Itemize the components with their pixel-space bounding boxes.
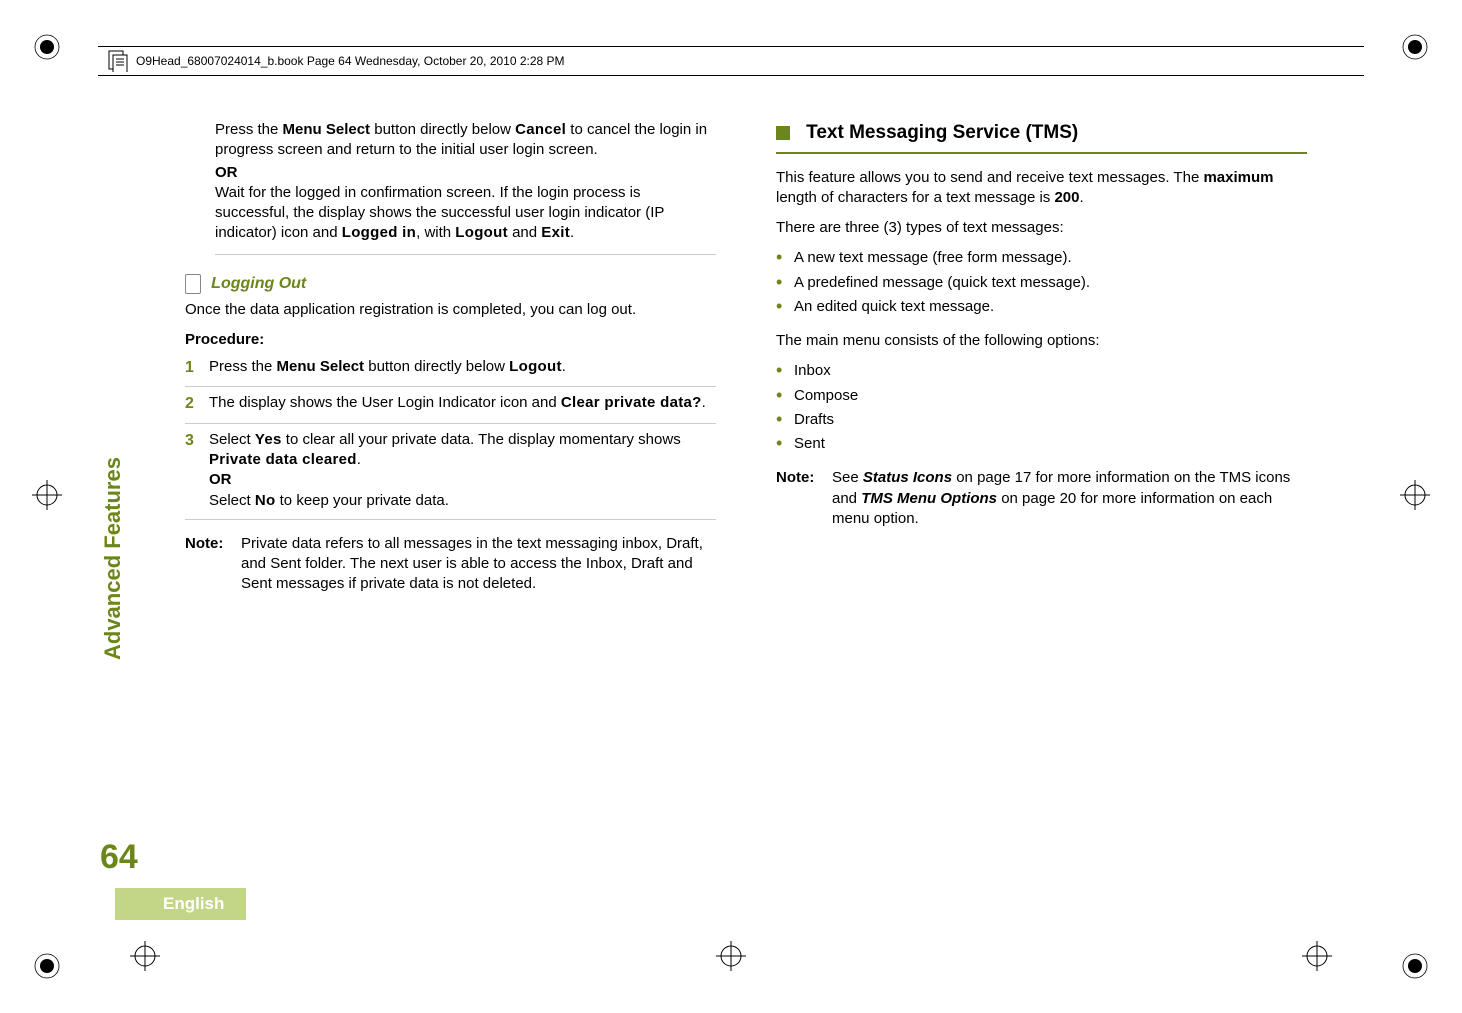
note-label: Note: (185, 534, 241, 595)
continuation-block: Press the Menu Select button directly be… (185, 120, 716, 255)
paragraph: This feature allows you to send and rece… (776, 168, 1307, 209)
paragraph: There are three (3) types of text messag… (776, 218, 1307, 238)
step-body: The display shows the User Login Indicat… (209, 393, 716, 415)
printer-mark-icon (1400, 951, 1430, 981)
step-number: 3 (185, 430, 209, 511)
message-types-list: A new text message (free form message). … (776, 248, 1307, 317)
printer-mark-icon (32, 32, 62, 62)
step-1: 1 Press the Menu Select button directly … (185, 357, 716, 388)
crosshair-icon (32, 480, 62, 510)
note-body: See Status Icons on page 17 for more inf… (832, 468, 1307, 529)
subsection-title: Logging Out (211, 275, 306, 292)
page-number: 64 (100, 838, 138, 877)
step-body: Select Yes to clear all your private dat… (209, 430, 716, 511)
list-item: Sent (776, 434, 1307, 454)
page-icon (185, 274, 201, 294)
list-item: Drafts (776, 410, 1307, 430)
list-item: A new text message (free form message). (776, 248, 1307, 268)
step-body: Press the Menu Select button directly be… (209, 357, 716, 379)
crosshair-icon (1400, 480, 1430, 510)
crosshair-icon (1302, 941, 1332, 971)
step-3: 3 Select Yes to clear all your private d… (185, 430, 716, 520)
section-header: Text Messaging Service (TMS) (776, 120, 1307, 154)
section-marker-icon (776, 126, 790, 140)
or-label: OR (215, 163, 716, 183)
paragraph: Press the Menu Select button directly be… (215, 120, 716, 161)
printer-mark-icon (32, 951, 62, 981)
note-body: Private data refers to all messages in t… (241, 534, 716, 595)
procedure-label: Procedure: (185, 330, 716, 350)
step-2: 2 The display shows the User Login Indic… (185, 393, 716, 424)
printer-mark-icon (1400, 32, 1430, 62)
paragraph: The main menu consists of the following … (776, 331, 1307, 351)
header-text: O9Head_68007024014_b.book Page 64 Wednes… (136, 54, 565, 68)
subsection-header: Logging Out (185, 273, 716, 295)
note-block: Note: See Status Icons on page 17 for mo… (776, 468, 1307, 529)
note-label: Note: (776, 468, 832, 529)
header-filename: O9Head_68007024014_b.book Page 64 Wednes… (98, 46, 1364, 76)
list-item: An edited quick text message. (776, 297, 1307, 317)
list-item: Inbox (776, 361, 1307, 381)
page: O9Head_68007024014_b.book Page 64 Wednes… (0, 0, 1462, 1013)
crosshair-icon (130, 941, 160, 971)
divider (215, 254, 716, 255)
note-block: Note: Private data refers to all message… (185, 534, 716, 595)
paragraph: Wait for the logged in confirmation scre… (215, 183, 716, 244)
crosshair-icon (716, 941, 746, 971)
left-column: Press the Menu Select button directly be… (155, 120, 716, 893)
list-item: Compose (776, 386, 1307, 406)
step-number: 1 (185, 357, 209, 379)
step-number: 2 (185, 393, 209, 415)
right-column: Text Messaging Service (TMS) This featur… (776, 120, 1307, 893)
menu-options-list: Inbox Compose Drafts Sent (776, 361, 1307, 454)
content-area: Press the Menu Select button directly be… (155, 120, 1307, 893)
section-title: Text Messaging Service (TMS) (806, 122, 1078, 143)
intro-paragraph: Once the data application registration i… (185, 300, 716, 320)
list-item: A predefined message (quick text message… (776, 273, 1307, 293)
section-vertical-label: Advanced Features (100, 457, 126, 660)
